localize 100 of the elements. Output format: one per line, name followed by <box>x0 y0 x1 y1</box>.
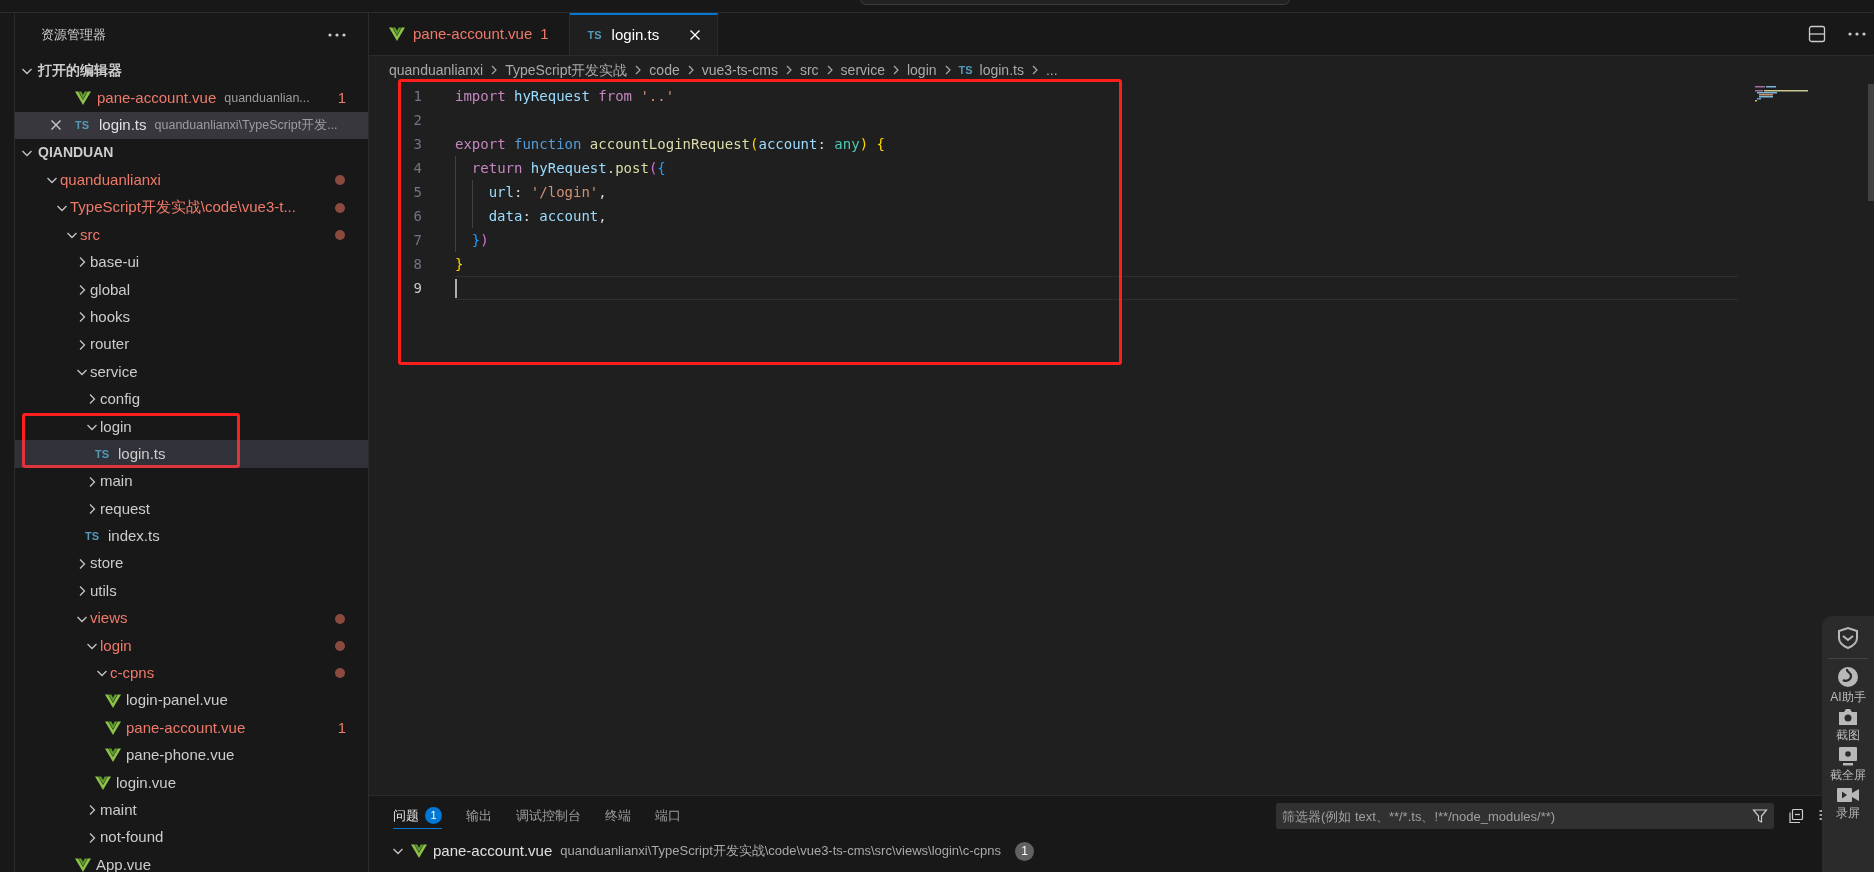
ts-file-icon: TS <box>95 445 113 463</box>
code-line: return hyRequest.post({ <box>455 156 1738 180</box>
breadcrumb-item[interactable]: vue3-ts-cms <box>701 59 778 81</box>
open-editor-item[interactable]: pane-account.vue quanduanlian... 1 <box>15 84 368 112</box>
vue-logo-icon <box>389 27 405 41</box>
section-header[interactable]: QIANDUAN <box>15 139 368 167</box>
vue-logo-icon <box>105 721 121 736</box>
tree-item[interactable]: login-panel.vue <box>15 687 368 715</box>
status-dot-icon <box>334 612 346 625</box>
breadcrumb-item[interactable]: TypeScript开发实战 <box>505 59 628 81</box>
toolbar-button[interactable] <box>1828 626 1868 659</box>
ts-file-icon: TS <box>75 117 93 134</box>
tree-item[interactable]: base-ui <box>15 248 368 277</box>
breadcrumb-item[interactable]: service <box>840 59 885 81</box>
more-icon <box>328 33 346 37</box>
breadcrumb-item[interactable]: quanduanlianxi <box>389 59 484 81</box>
panel-tab[interactable]: 终端 <box>605 803 631 829</box>
tree-item[interactable]: TS login.ts <box>15 440 368 468</box>
tree-item[interactable]: not-found <box>15 823 368 852</box>
line-number: 4 <box>412 158 422 178</box>
tree-item[interactable]: main <box>15 467 368 496</box>
tree-item[interactable]: router <box>15 330 368 359</box>
code-line: data: account, <box>455 204 1738 228</box>
tree-item[interactable]: TS index.ts <box>15 522 368 551</box>
tree-item[interactable]: utils <box>15 577 368 605</box>
problem-file-row[interactable]: pane-account.vue quanduanlianxi\TypeScript开发实战\code\vue3-ts-cms\src\views\login\c-cpns 1 <box>391 839 1034 863</box>
code-line: } <box>455 254 465 274</box>
panel-tab[interactable]: 问题 1 <box>393 803 442 829</box>
vue-logo-icon <box>75 91 91 106</box>
status-dot-icon <box>334 174 346 187</box>
panel-tab[interactable]: 端口 <box>655 803 681 829</box>
ts-file-icon: TS <box>585 26 604 44</box>
tree-item[interactable]: global <box>15 276 368 304</box>
ts-file-icon: TS <box>958 61 977 79</box>
tree-item[interactable]: src <box>15 221 368 249</box>
more-actions-icon <box>1848 32 1866 36</box>
tree-item[interactable]: login <box>15 413 368 441</box>
count-badge: 1 <box>1015 841 1034 861</box>
tree-item[interactable]: config <box>15 385 368 414</box>
tree-item[interactable]: request <box>15 495 368 523</box>
tree-item[interactable]: hooks <box>15 303 368 331</box>
section-header[interactable]: 打开的编辑器 <box>15 57 368 85</box>
split-editor-icon <box>1808 25 1826 43</box>
tree-item[interactable]: maint <box>15 796 368 824</box>
code-line: import hyRequest from '..' <box>455 86 676 106</box>
vue-logo-icon <box>75 858 91 872</box>
tree-item[interactable]: views <box>15 604 368 633</box>
line-number: 9 <box>412 278 422 298</box>
breadcrumb-item[interactable]: TS login.ts <box>958 59 1024 81</box>
editor-tab[interactable]: TS login.ts <box>569 13 719 55</box>
toolbar-button[interactable]: 截图 <box>1836 707 1860 743</box>
code-line: export function accountLoginRequest(account: any) { <box>455 134 886 154</box>
tree-item[interactable]: c-cpns <box>15 659 368 687</box>
panel-tab[interactable]: 输出 <box>466 803 492 829</box>
code-line: url: '/login', <box>455 180 1738 204</box>
line-number: 2 <box>412 110 422 130</box>
vue-logo-icon <box>105 748 121 763</box>
close-icon <box>50 119 62 132</box>
vue-logo-icon <box>411 844 427 858</box>
tree-item[interactable]: store <box>15 550 368 578</box>
line-number: 3 <box>412 134 422 154</box>
breadcrumb-item[interactable]: code <box>649 59 680 81</box>
camera-icon <box>1836 707 1860 727</box>
tree-item[interactable]: login.vue <box>15 769 368 797</box>
toolbar-button[interactable]: 截全屏 <box>1830 745 1866 783</box>
swirl-icon <box>1836 665 1860 689</box>
close-icon <box>689 29 702 41</box>
toolbar-button[interactable]: AI助手 <box>1830 665 1866 705</box>
open-editor-item[interactable]: TS login.ts quanduanlianxi\TypeScript开发... <box>15 111 368 140</box>
tree-item[interactable]: pane-account.vue 1 <box>15 714 368 742</box>
breadcrumb-item[interactable]: login <box>906 59 937 81</box>
breadcrumb-item[interactable]: src <box>799 59 819 81</box>
collapse-all-icon <box>1788 808 1804 824</box>
video-camera-icon <box>1835 785 1861 805</box>
line-number: 5 <box>412 182 422 202</box>
line-number: 7 <box>412 230 422 250</box>
monitor-icon <box>1836 745 1860 767</box>
count-badge: 1 <box>425 807 442 824</box>
tree-item[interactable]: pane-phone.vue <box>15 741 368 770</box>
text-cursor <box>455 278 457 298</box>
ts-file-icon: TS <box>85 528 103 545</box>
status-dot-icon <box>334 229 346 242</box>
status-dot-icon <box>334 639 346 652</box>
line-number: 6 <box>412 206 422 226</box>
tree-item[interactable]: App.vue <box>15 851 368 872</box>
panel-tab[interactable]: 调试控制台 <box>516 803 581 829</box>
tree-item[interactable]: login <box>15 632 368 660</box>
tree-item[interactable]: TypeScript开发实战\code\vue3-t... <box>15 193 368 222</box>
breadcrumb-item[interactable]: ... <box>1045 59 1058 81</box>
tree-item[interactable]: quanduanlianxi <box>15 166 368 194</box>
sidebar-title: 资源管理器 <box>41 26 106 45</box>
code-line: }) <box>455 228 1738 252</box>
line-number: 8 <box>412 254 422 274</box>
editor-tab[interactable]: pane-account.vue 1 <box>369 13 570 55</box>
vue-logo-icon <box>105 693 121 708</box>
filter-icon <box>1752 808 1768 824</box>
shield-icon <box>1836 626 1860 650</box>
tree-item[interactable]: service <box>15 358 368 386</box>
status-dot-icon <box>334 667 346 680</box>
toolbar-button[interactable]: 录屏 <box>1835 785 1861 821</box>
